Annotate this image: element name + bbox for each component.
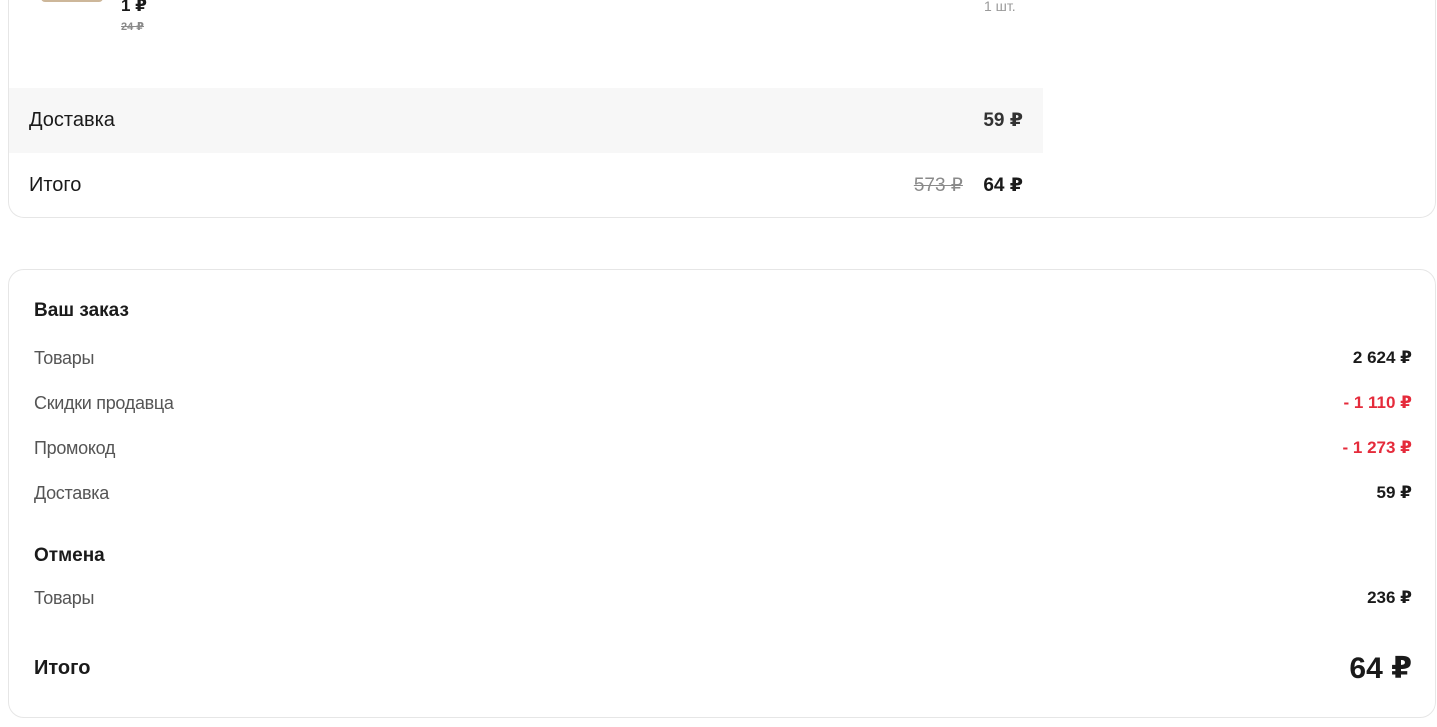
line-label: Промокод bbox=[34, 437, 116, 458]
cancel-title: Отмена bbox=[34, 545, 105, 566]
line-value: - 1 273 ₽ bbox=[1342, 438, 1412, 457]
order-line-promocode: Промокод - 1 273 ₽ bbox=[34, 436, 1412, 460]
item-old-price: 24 ₽ bbox=[121, 21, 144, 33]
order-summary-card: Ваш заказ Товары 2 624 ₽ Скидки продавца… bbox=[8, 269, 1436, 718]
order-total-value: 64 ₽ bbox=[1349, 651, 1412, 685]
shipment-total-label: Итого bbox=[29, 174, 82, 196]
line-value: 2 624 ₽ bbox=[1352, 348, 1412, 367]
item-price: 1 ₽ bbox=[121, 0, 148, 15]
shipment-total-value: 64 ₽ bbox=[983, 175, 1023, 196]
line-value: 236 ₽ bbox=[1367, 588, 1412, 607]
order-line-goods: Товары 2 624 ₽ bbox=[34, 346, 1412, 370]
order-line-delivery: Доставка 59 ₽ bbox=[34, 481, 1412, 505]
order-total-row: Итого 64 ₽ bbox=[34, 648, 1412, 688]
shipment-delivery-label: Доставка bbox=[29, 109, 115, 131]
shipment-total-values: 573 ₽ 64 ₽ bbox=[914, 174, 1023, 197]
shipment-delivery-row: Доставка 59 ₽ bbox=[9, 88, 1043, 153]
item-quantity: 1 шт. bbox=[984, 0, 1016, 14]
shipment-total-old: 573 ₽ bbox=[913, 175, 963, 196]
cancel-line-goods: Товары 236 ₽ bbox=[34, 586, 1412, 610]
line-label: Товары bbox=[34, 587, 95, 608]
shipment-delivery-value: 59 ₽ bbox=[983, 110, 1023, 131]
line-value: - 1 110 ₽ bbox=[1343, 393, 1412, 412]
line-label: Товары bbox=[34, 347, 95, 368]
line-label: Скидки продавца bbox=[34, 392, 174, 413]
order-title: Ваш заказ bbox=[34, 300, 129, 321]
product-thumbnail[interactable] bbox=[41, 0, 103, 2]
order-total-label: Итого bbox=[34, 656, 91, 679]
line-label: Доставка bbox=[34, 482, 109, 503]
line-value: 59 ₽ bbox=[1376, 483, 1412, 502]
order-line-seller-discount: Скидки продавца - 1 110 ₽ bbox=[34, 391, 1412, 415]
shipment-card: 1 ₽ 24 ₽ 1 шт. Доставка 59 ₽ Итого 573 ₽… bbox=[8, 0, 1436, 218]
shipment-total-row: Итого 573 ₽ 64 ₽ bbox=[9, 153, 1043, 218]
